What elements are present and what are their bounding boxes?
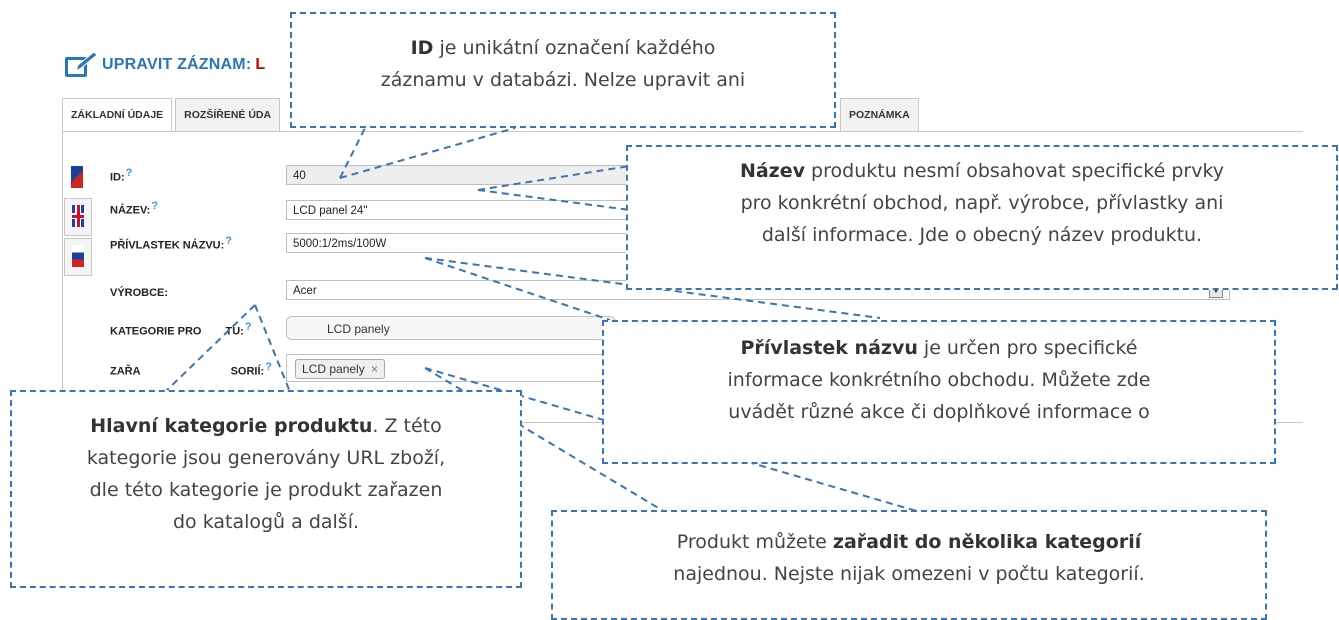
- callout-assign-categories: Produkt můžete zařadit do několika kateg…: [551, 510, 1267, 620]
- callout-main-category: Hlavní kategorie produktu. Z této katego…: [10, 390, 522, 588]
- callout-name: Název produktu nesmí obsahovat specifick…: [626, 145, 1338, 290]
- callout-id: ID je unikátní označení každého záznamu …: [290, 12, 836, 128]
- callout-suffix: Přívlastek názvu je určen pro specifické…: [602, 320, 1276, 464]
